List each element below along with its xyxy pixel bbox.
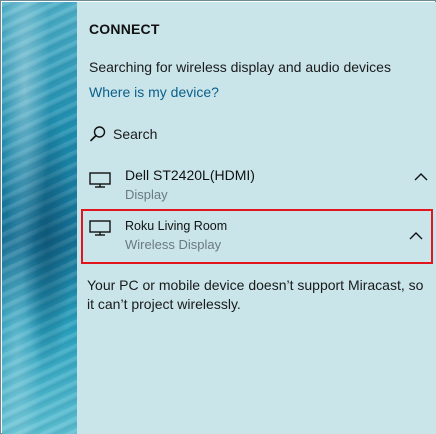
device-name: Dell ST2420L(HDMI) [125,167,255,183]
where-is-my-device-link[interactable]: Where is my device? [89,84,219,100]
window-frame: CONNECT Searching for wireless display a… [0,0,436,434]
search-button[interactable]: Search [89,125,157,143]
device-item-roku[interactable]: Roku Living Room Wireless Display [81,209,433,264]
desktop-wallpaper [2,2,77,434]
chevron-up-icon[interactable] [414,172,428,182]
panel-title: CONNECT [89,21,160,37]
search-status-text: Searching for wireless display and audio… [89,59,391,75]
monitor-icon [89,220,111,236]
search-label: Search [113,126,158,142]
search-icon [90,126,106,142]
device-type: Display [125,187,168,202]
device-name: Roku Living Room [125,219,228,233]
connect-panel: CONNECT Searching for wireless display a… [77,2,436,434]
miracast-unsupported-message: Your PC or mobile device doesn’t support… [87,277,424,312]
monitor-icon [89,172,111,188]
device-item-dell[interactable]: Dell ST2420L(HDMI) Display [81,160,434,212]
chevron-up-icon[interactable] [409,231,423,241]
device-type: Wireless Display [125,237,222,252]
